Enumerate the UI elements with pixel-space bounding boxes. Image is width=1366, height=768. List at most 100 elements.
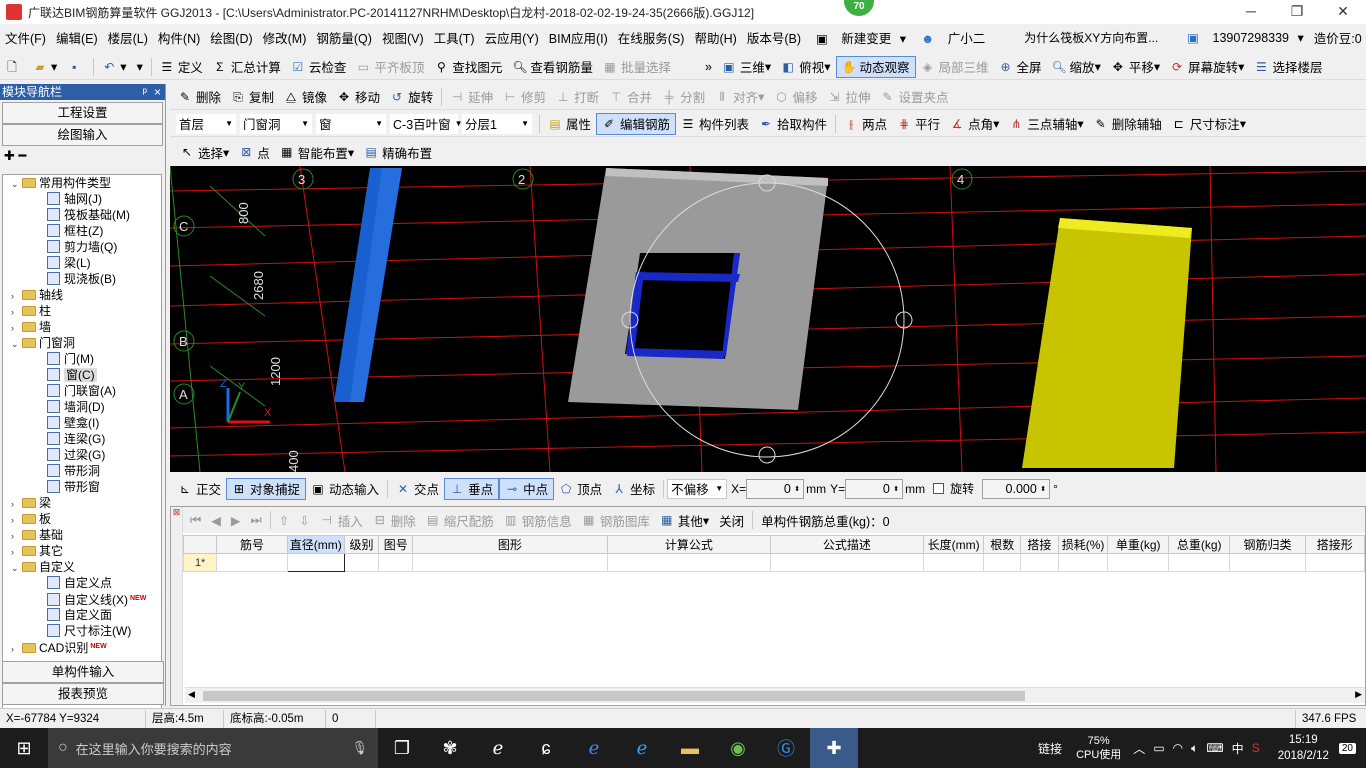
- precise-layout-button[interactable]: ▤ 精确布置: [359, 141, 437, 163]
- offset-button[interactable]: ⬡ 偏移: [769, 86, 822, 108]
- last-record-icon[interactable]: ⏭: [246, 509, 267, 531]
- top-view-button[interactable]: ◧ 俯视 ▾: [776, 56, 835, 78]
- tree-item[interactable]: 现浇板(B): [3, 271, 161, 287]
- collapse-icon[interactable]: ⌄: [11, 560, 20, 576]
- window-opening[interactable]: [625, 253, 740, 359]
- col-lap-form[interactable]: 搭接形: [1304, 535, 1366, 554]
- scroll-left-icon[interactable]: ◀: [188, 689, 195, 700]
- tree-item[interactable]: 连梁(G): [3, 431, 161, 447]
- next-record-icon[interactable]: ▶: [226, 509, 246, 531]
- tree-item[interactable]: 带形洞: [3, 463, 161, 479]
- col-figure-no[interactable]: 图号: [378, 535, 414, 554]
- cell-formula[interactable]: [606, 553, 772, 572]
- taskbar-app-ie[interactable]: ℯ: [474, 728, 522, 768]
- 3d-viewport[interactable]: 3 2 4 C B A 800 2680 1200 400 X Y Z: [170, 166, 1366, 472]
- menu-online[interactable]: 在线服务(S): [613, 28, 690, 47]
- menu-cloud[interactable]: 云应用(Y): [480, 28, 544, 47]
- perpendicular-button[interactable]: ⊥ 垂点: [444, 477, 500, 500]
- rotate-input[interactable]: 0.000 ⬍: [982, 478, 1051, 499]
- find-element-button[interactable]: ⚲ 查找图元: [429, 56, 507, 78]
- pick-component-button[interactable]: ✒ 拾取构件: [754, 113, 832, 135]
- zoom-button[interactable]: 🔍︎ 缩放 ▾: [1047, 56, 1106, 78]
- tree-folder[interactable]: › 梁: [3, 495, 161, 511]
- cell-rebar-class[interactable]: [1229, 553, 1306, 572]
- scene-svg[interactable]: 3 2 4 C B A 800 2680 1200 400 X Y Z: [170, 166, 1366, 472]
- cell-lap-form[interactable]: [1304, 553, 1366, 572]
- tree-item[interactable]: 壁龛(I): [3, 415, 161, 431]
- expand-all-icon[interactable]: ✚: [4, 148, 15, 163]
- panel-side-handle[interactable]: ⊠: [171, 507, 183, 705]
- tree-folder[interactable]: › 墙: [3, 319, 161, 335]
- view-rebar-button[interactable]: 🔍︎ 查看钢筋量: [507, 56, 598, 78]
- prev-record-icon[interactable]: ◀: [206, 509, 226, 531]
- select-button[interactable]: ↖ 选择 ▾: [170, 141, 234, 163]
- insert-button[interactable]: ⊣ 插入: [315, 509, 368, 531]
- menu-help[interactable]: 帮助(H): [689, 28, 741, 47]
- set-grip-button[interactable]: ✎ 设置夹点: [875, 86, 953, 108]
- ime-language[interactable]: 中: [1232, 740, 1244, 757]
- dynamic-observe-button[interactable]: ✋ 动态观察: [835, 55, 916, 78]
- open-file-button[interactable]: ▰ ▾: [28, 56, 62, 78]
- delete-aux-button[interactable]: ✎ 删除辅轴: [1089, 113, 1167, 135]
- expand-icon[interactable]: ›: [11, 528, 20, 544]
- expand-icon[interactable]: ›: [11, 320, 20, 336]
- three-point-aux-button[interactable]: ⋔ 三点辅轴 ▾: [1004, 113, 1088, 135]
- stretch-button[interactable]: ⇲ 拉伸: [822, 86, 875, 108]
- ortho-button[interactable]: ⊾ 正交: [170, 478, 226, 500]
- tray-chevron-icon[interactable]: ︿: [1133, 740, 1145, 757]
- new-file-button[interactable]: 🗋︎: [0, 56, 28, 78]
- col-rebar-class[interactable]: 钢筋归类: [1229, 535, 1306, 554]
- expand-icon[interactable]: ›: [11, 288, 20, 304]
- close-panel-icon[interactable]: ×: [154, 84, 161, 100]
- expand-icon[interactable]: ›: [11, 544, 20, 560]
- expand-icon[interactable]: ›: [11, 512, 20, 528]
- smart-layout-button[interactable]: ▦ 智能布置 ▾: [275, 141, 359, 163]
- align-slab-top-button[interactable]: ▭ 平齐板顶: [351, 56, 429, 78]
- col-count[interactable]: 根数: [983, 535, 1022, 554]
- tree-item[interactable]: 尺寸标注(W): [3, 623, 161, 639]
- layer-select[interactable]: 分层1 ▼: [462, 113, 532, 134]
- move-up-icon[interactable]: ⇧: [274, 509, 294, 531]
- draw-input-button[interactable]: 绘图输入: [2, 124, 163, 146]
- col-diameter[interactable]: 直径(mm): [286, 535, 345, 554]
- cloud-check-button[interactable]: ☑ 云检查: [286, 56, 352, 78]
- pin-icon[interactable]: ᵖ: [142, 84, 147, 100]
- tree-folder[interactable]: › 其它: [3, 543, 161, 559]
- midpoint-button[interactable]: ⊸ 中点: [499, 477, 555, 500]
- taskbar-app-swirl[interactable]: ɕ: [522, 728, 570, 768]
- cell-count[interactable]: [983, 553, 1022, 572]
- other-button[interactable]: ▦ 其他 ▾: [655, 509, 714, 531]
- cell-formula-desc[interactable]: [770, 553, 924, 572]
- col-lap[interactable]: 搭接: [1020, 535, 1059, 554]
- component-list-button[interactable]: ☰ 构件列表: [676, 113, 754, 135]
- rotate-checkbox[interactable]: [933, 483, 945, 494]
- menu-version[interactable]: 版本号(B): [742, 28, 806, 47]
- trim-button[interactable]: ⊢ 修剪: [498, 86, 551, 108]
- collapse-icon[interactable]: ⌄: [11, 336, 20, 352]
- tree-item[interactable]: 轴网(J): [3, 191, 161, 207]
- extend-button[interactable]: ⊣ 延伸: [445, 86, 498, 108]
- single-component-input-button[interactable]: 单构件输入: [2, 661, 164, 683]
- coordinate-button[interactable]: ⅄ 坐标: [607, 478, 660, 500]
- tree-item[interactable]: 窗(C): [3, 367, 161, 383]
- object-snap-button[interactable]: ⊞ 对象捕捉: [226, 477, 307, 500]
- expand-icon[interactable]: ›: [11, 304, 20, 320]
- properties-button[interactable]: ▤ 属性: [543, 113, 596, 135]
- battery-icon[interactable]: ▭: [1153, 741, 1164, 755]
- align-button[interactable]: ⫴ 对齐 ▾: [710, 86, 769, 108]
- expand-icon[interactable]: ›: [11, 496, 20, 512]
- scroll-right-icon[interactable]: ▶: [1355, 689, 1362, 700]
- summary-calc-button[interactable]: Σ 汇总计算: [208, 56, 286, 78]
- scroll-thumb[interactable]: [203, 691, 1025, 701]
- col-total-weight[interactable]: 总重(kg): [1167, 535, 1231, 554]
- tree-folder[interactable]: › 基础: [3, 527, 161, 543]
- y-input[interactable]: 0 ⬍: [845, 478, 904, 499]
- task-view-button[interactable]: ❐: [378, 728, 426, 768]
- x-input[interactable]: 0 ⬍: [746, 478, 805, 499]
- cell-diameter[interactable]: [286, 553, 345, 572]
- tree-item[interactable]: 梁(L): [3, 255, 161, 271]
- move-button[interactable]: ✥ 移动: [332, 86, 385, 108]
- save-button[interactable]: ▪: [62, 56, 90, 78]
- menu-floor[interactable]: 楼层(L): [103, 28, 153, 47]
- tree-item[interactable]: 自定义点: [3, 575, 161, 591]
